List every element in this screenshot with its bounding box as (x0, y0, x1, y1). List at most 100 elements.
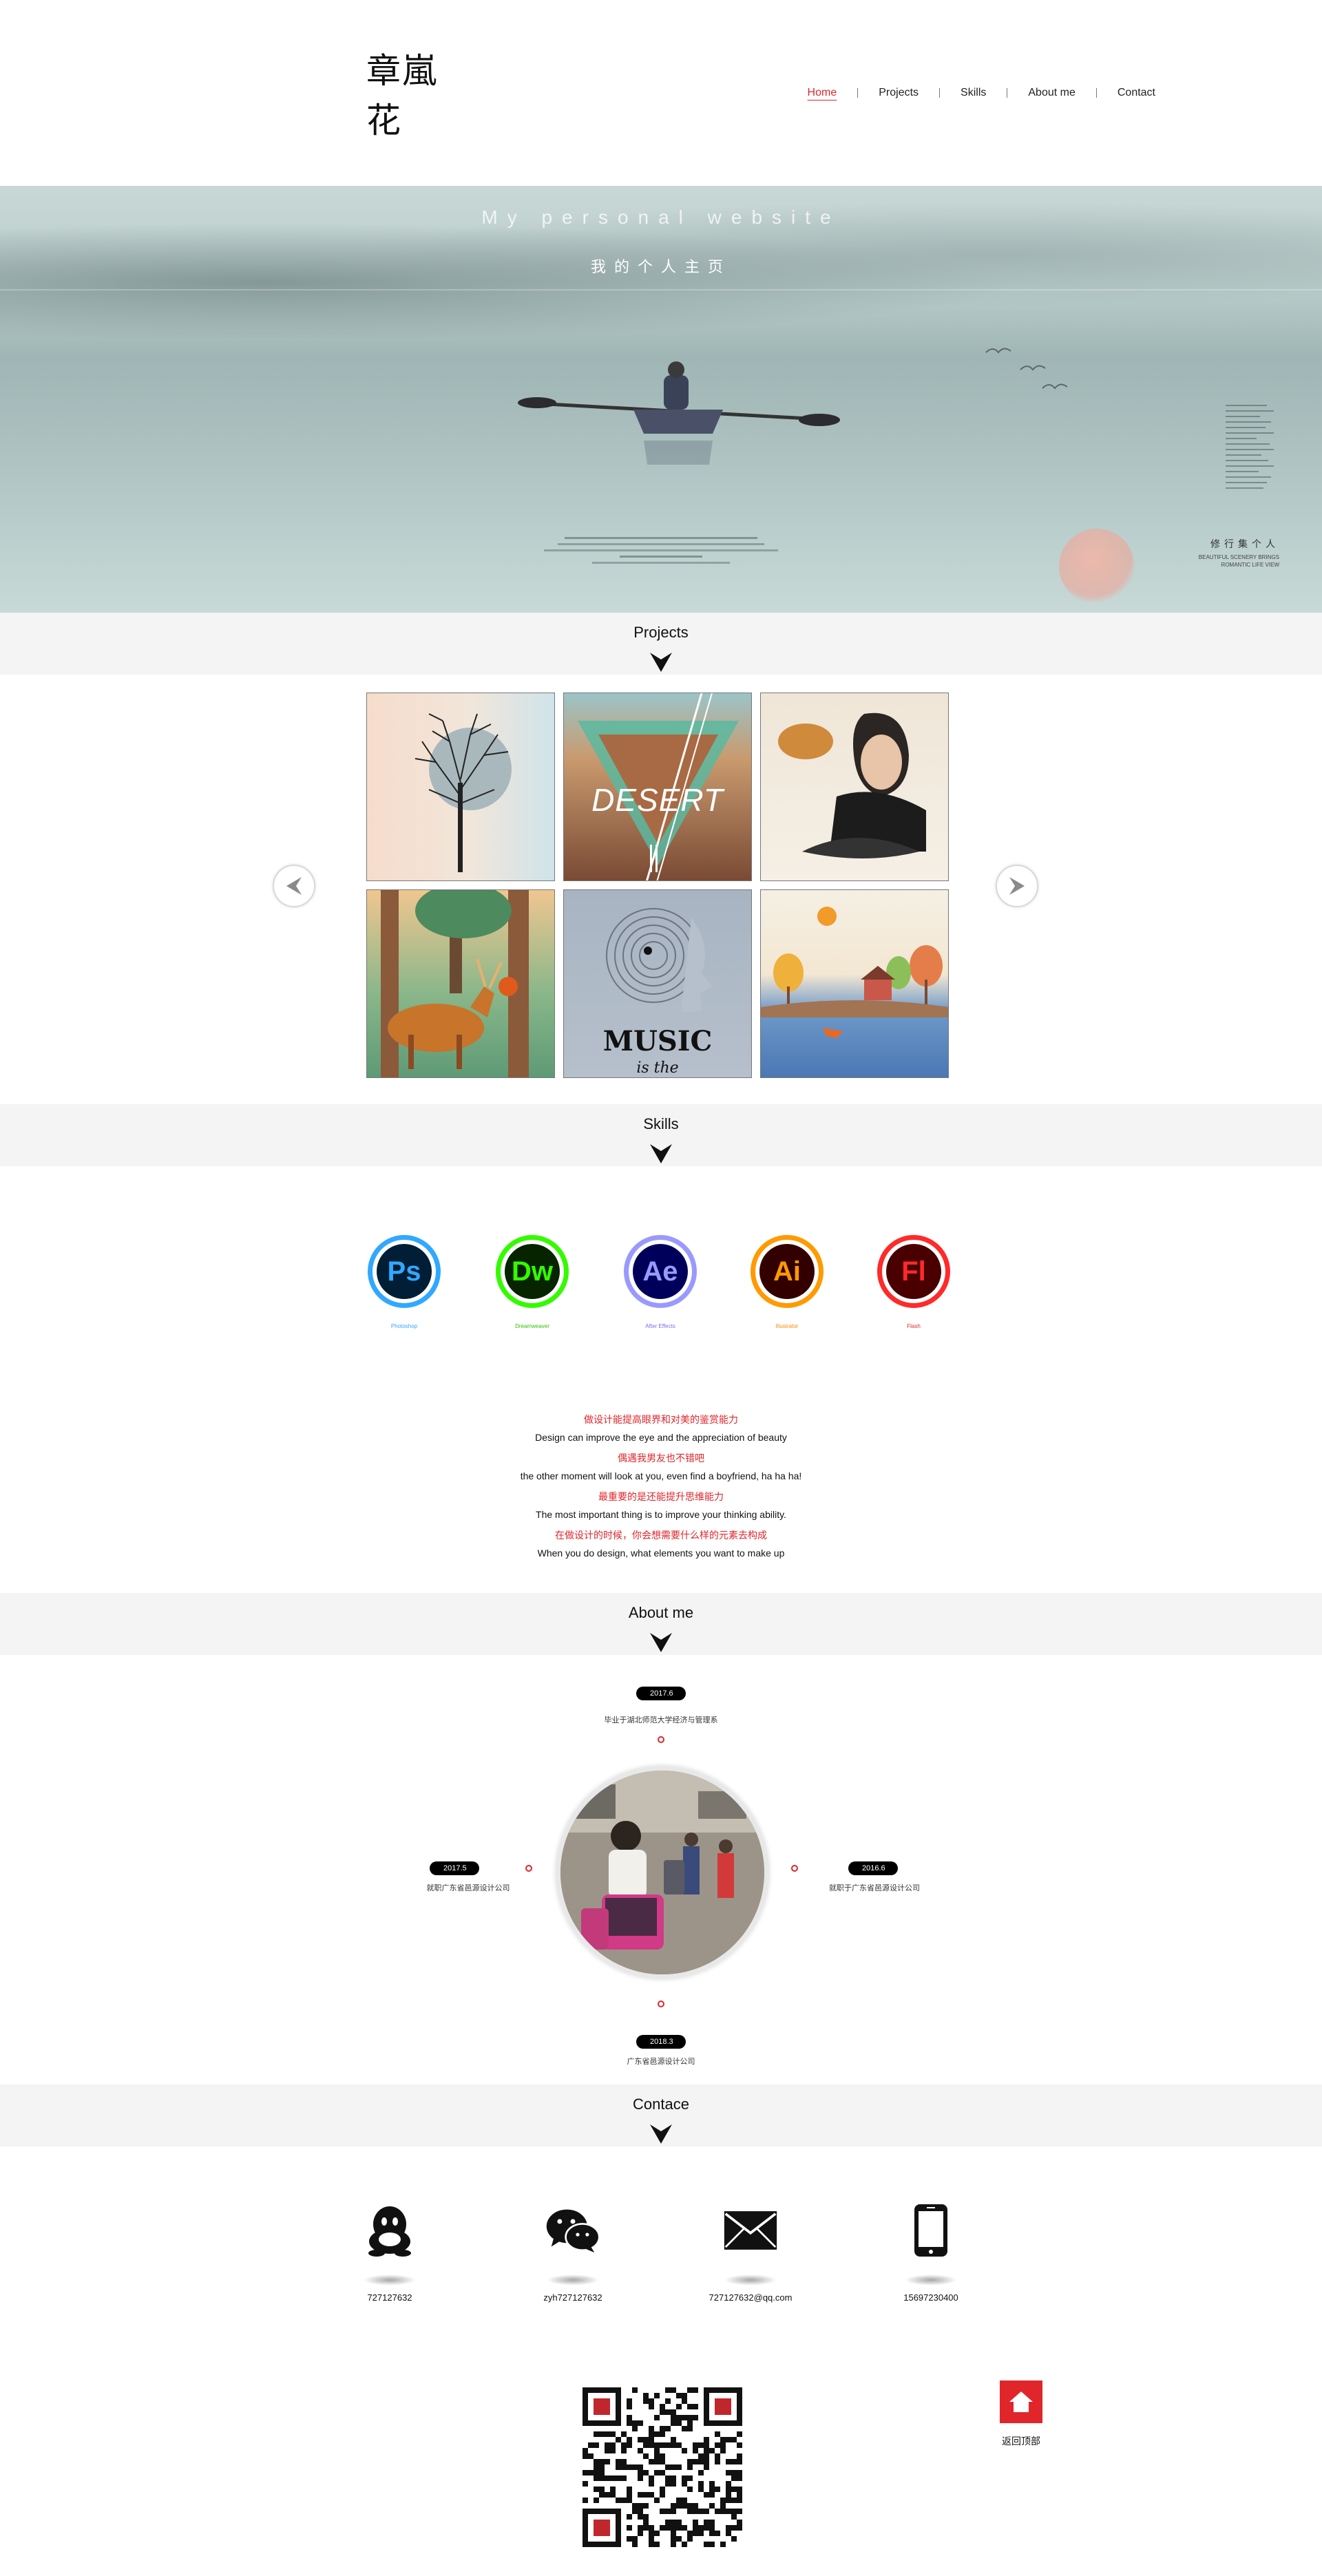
skills-quote-en: The most important thing is to improve y… (536, 1509, 786, 1520)
timeline-date-badge: 2017.5 (430, 1861, 479, 1875)
skills-quote-en: Design can improve the eye and the appre… (535, 1432, 787, 1443)
skill-ring: Dw (496, 1235, 569, 1308)
projects-section-header: Projects (0, 613, 1322, 675)
skill-name: Flash (907, 1323, 921, 1329)
contact-value: 727127632@qq.com (709, 2292, 793, 2303)
timeline-date-badge: 2017.6 (636, 1687, 686, 1700)
home-icon (1009, 2392, 1033, 2412)
skills-quote-cn: 最重要的是还能提升思维能力 (598, 1491, 724, 1502)
project-tile-village[interactable] (760, 889, 949, 1078)
section-title: Projects (633, 624, 689, 641)
skills-quote-en: the other moment will look at you, even … (520, 1470, 802, 1481)
skill-ring: Ps (368, 1235, 441, 1308)
desert-caption: DESERT (591, 782, 724, 818)
icon-shadow (547, 2274, 599, 2285)
contact-value: zyh727127632 (543, 2292, 602, 2303)
profile-photo-illustration (560, 1771, 764, 1974)
hero-banner: My personal website 我的个人主页 修行集个人 BEAUTIF… (0, 186, 1322, 613)
profile-photo (556, 1766, 768, 1978)
back-to-top-label[interactable]: 返回顶部 (986, 2434, 1056, 2448)
contact-phone[interactable]: 15697230400 (890, 2203, 972, 2313)
hero-tagline: 修行集个人 (1210, 538, 1279, 549)
skill-name: Photoshop (390, 1323, 418, 1329)
qq-icon (362, 2203, 417, 2258)
skill-ring: Fl (877, 1235, 950, 1308)
skill-ring: Ae (624, 1235, 697, 1308)
timeline-date-badge: 2018.3 (636, 2035, 686, 2049)
rowboat-illustration (518, 361, 840, 465)
timeline-text: 就职于广东省邑源设计公司 (829, 1884, 920, 1892)
hero-side-text (1226, 405, 1281, 508)
nav-skills[interactable]: Skills (940, 87, 1007, 99)
skills-quote-cn: 做设计能提高眼界和对美的鉴赏能力 (584, 1414, 738, 1425)
skill-ring: Ai (751, 1235, 823, 1308)
nav-contact[interactable]: Contact (1097, 87, 1176, 99)
skill-photoshop[interactable]: Ps Photoshop (366, 1235, 442, 1338)
illustrator-icon: Ai (759, 1244, 815, 1299)
after-effects-icon: Ae (633, 1244, 688, 1299)
skill-name: Illustrator (775, 1323, 799, 1329)
contact-qq[interactable]: 727127632 (348, 2203, 431, 2313)
arrow-right-icon (1009, 877, 1025, 895)
icon-shadow (905, 2274, 957, 2285)
hero-caption-block (537, 536, 785, 568)
hero-tagline-small: BEAUTIFUL SCENERY BRINGS ROMANTIC LIFE V… (1198, 554, 1279, 568)
bird-icon (1042, 383, 1068, 390)
projects-grid: DESERT MUSIC is the (366, 693, 950, 1079)
project-tile-desert[interactable]: DESERT (563, 693, 752, 881)
chevron-down-icon (650, 653, 672, 672)
nav-projects[interactable]: Projects (858, 87, 939, 99)
bird-icon (1020, 365, 1046, 371)
project-tile-tree[interactable] (366, 693, 555, 881)
chevron-down-icon (650, 1144, 672, 1163)
photoshop-icon: Ps (377, 1244, 432, 1299)
contact-value: 727127632 (367, 2292, 412, 2303)
qr-code (583, 2387, 742, 2547)
arrow-left-icon (286, 877, 302, 895)
timeline-date-badge: 2016.6 (848, 1861, 898, 1875)
timeline-text: 广东省邑源设计公司 (627, 2058, 695, 2066)
mail-icon (723, 2203, 778, 2258)
nav-about-me[interactable]: About me (1007, 87, 1095, 99)
carousel-next-button[interactable] (996, 865, 1038, 907)
carousel-prev-button[interactable] (273, 865, 315, 907)
contact-section-header: Contace (0, 2084, 1322, 2146)
timeline-dot (791, 1865, 798, 1872)
tree-artwork (415, 713, 512, 872)
contact-value: 15697230400 (903, 2292, 958, 2303)
skills-quote-en: When you do design, what elements you wa… (537, 1548, 785, 1559)
skill-dreamweaver[interactable]: Dw Dreamweaver (494, 1235, 570, 1338)
bird-icon (985, 348, 1011, 354)
section-title: Contace (633, 2095, 689, 2113)
wechat-icon (545, 2203, 600, 2258)
timeline-dot (658, 1736, 664, 1743)
timeline-text: 就职广东省邑源设计公司 (426, 1884, 510, 1892)
phone-icon (903, 2203, 958, 2258)
site-logo[interactable]: 章嵐花 (366, 51, 442, 140)
skill-illustrator[interactable]: Ai Illustrator (749, 1235, 825, 1338)
back-to-top-button[interactable] (1000, 2380, 1042, 2423)
contact-email[interactable]: 727127632@qq.com (709, 2203, 792, 2313)
chevron-down-icon (650, 2124, 672, 2144)
site-header: 章嵐花 Home Projects Skills About me Contac… (0, 0, 1322, 186)
skill-after-effects[interactable]: Ae After Effects (622, 1235, 698, 1338)
skill-name: After Effects (645, 1323, 675, 1329)
main-nav: Home Projects Skills About me Contact (787, 87, 1176, 99)
music-caption: MUSIC (602, 1025, 713, 1057)
about-section-header: About me (0, 1593, 1322, 1655)
hero-subtitle: 我的个人主页 (590, 258, 731, 275)
project-tile-music[interactable]: MUSIC is the (563, 889, 752, 1078)
skills-section-header: Skills (0, 1104, 1322, 1166)
nav-home[interactable]: Home (787, 87, 858, 99)
portrait-artwork (778, 712, 926, 858)
project-tile-portrait[interactable] (760, 693, 949, 881)
dreamweaver-icon: Dw (505, 1244, 560, 1299)
skill-flash[interactable]: Fl Flash (876, 1235, 952, 1338)
icon-shadow (364, 2274, 416, 2285)
skill-name: Dreamweaver (515, 1323, 549, 1329)
contact-wechat[interactable]: zyh727127632 (532, 2203, 614, 2313)
icon-shadow (724, 2274, 777, 2285)
project-tile-deer[interactable] (366, 889, 555, 1078)
music-caption-2: is the (636, 1059, 679, 1077)
timeline-dot (658, 2000, 664, 2007)
